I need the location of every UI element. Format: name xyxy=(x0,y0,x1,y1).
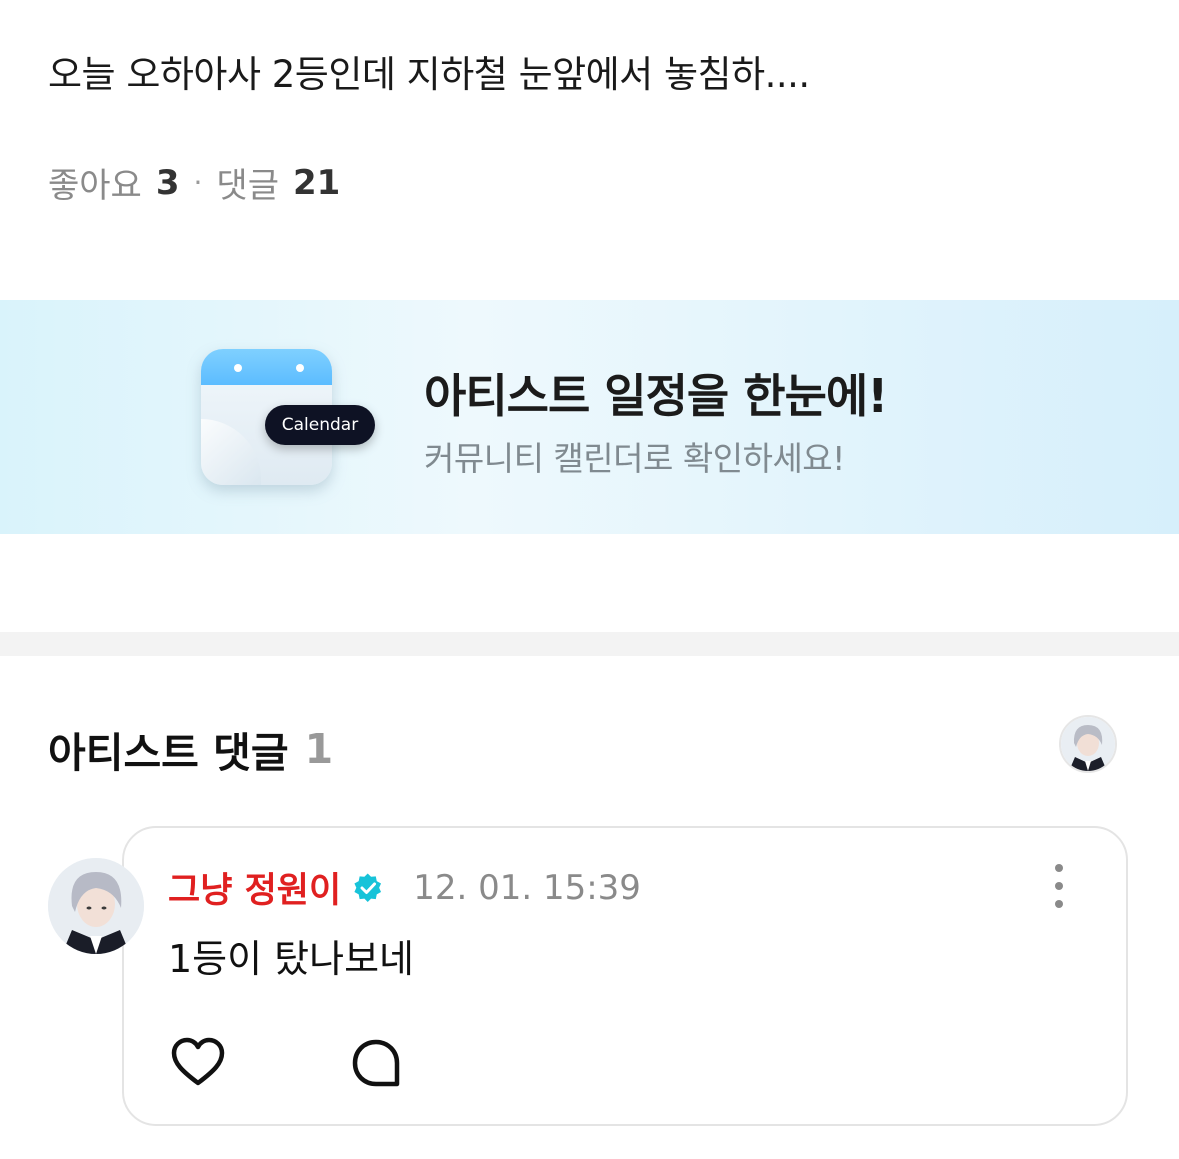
post-body-text: 오늘 오하아사 2등인데 지하철 눈앞에서 놓침하.... xyxy=(48,53,810,96)
verified-badge-icon xyxy=(354,872,382,902)
section-divider xyxy=(0,632,1179,656)
artist-comments-title: 아티스트 댓글 xyxy=(48,729,289,777)
banner-subtitle: 커뮤니티 캘린더로 확인하세요! xyxy=(424,439,845,478)
artist-comments-count: 1 xyxy=(304,725,334,773)
post-stats: 좋아요 3 · 댓글 21 xyxy=(48,158,340,207)
likes-stat[interactable]: 좋아요 3 xyxy=(48,158,180,207)
comment-timestamp: 12. 01. 15:39 xyxy=(413,867,641,908)
comments-count: 21 xyxy=(292,162,341,203)
likes-count: 3 xyxy=(155,162,180,203)
post-page: 오늘 오하아사 2등인데 지하철 눈앞에서 놓침하.... 좋아요 3 · 댓글… xyxy=(0,0,1179,1159)
comments-label: 댓글 xyxy=(216,166,279,206)
speech-bubble-icon[interactable] xyxy=(348,1036,404,1092)
more-vertical-icon[interactable] xyxy=(1042,864,1076,908)
artist-comments-heading: 아티스트 댓글 1 xyxy=(48,719,333,779)
comments-stat[interactable]: 댓글 21 xyxy=(216,158,340,207)
calendar-badge: Calendar xyxy=(265,405,375,445)
stats-separator: · xyxy=(193,166,203,199)
artist-avatar[interactable] xyxy=(1059,715,1117,773)
commenter-avatar[interactable] xyxy=(48,858,144,954)
comment-author-name[interactable]: 그냥 정원이 xyxy=(168,862,341,913)
likes-label: 좋아요 xyxy=(48,166,142,206)
heart-icon[interactable] xyxy=(170,1036,226,1088)
comment-meta: 그냥 정원이 12. 01. 15:39 xyxy=(168,862,641,913)
banner-title: 아티스트 일정을 한눈에! xyxy=(424,369,888,423)
comment-text: 1등이 탔나보네 xyxy=(168,937,415,981)
